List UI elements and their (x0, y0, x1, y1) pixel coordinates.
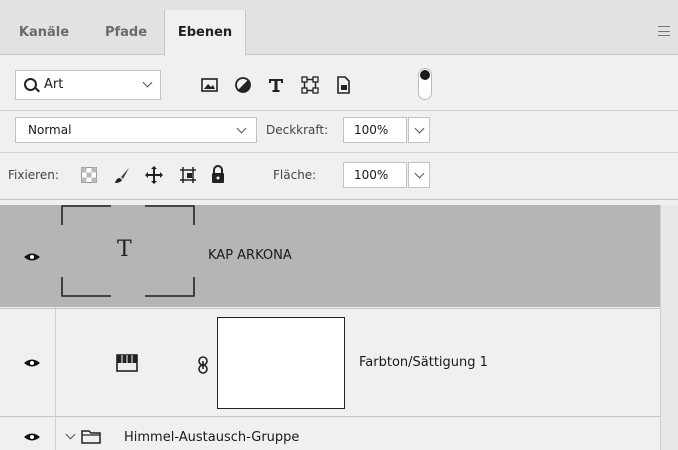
panel-menu-icon[interactable] (658, 26, 670, 36)
layers-scrollbar[interactable] (660, 205, 678, 450)
opacity-input[interactable]: 100% (343, 117, 407, 143)
opacity-slider-button[interactable] (408, 117, 430, 143)
divider (0, 110, 678, 111)
shape-layer-filter-icon[interactable] (300, 75, 320, 95)
search-icon (24, 78, 37, 91)
filter-kind-label: Art (44, 77, 64, 92)
tab-paths[interactable]: Pfade (88, 10, 164, 55)
eye-icon[interactable] (23, 252, 41, 262)
text-layer-thumbnail[interactable]: T (61, 205, 195, 297)
type-layer-filter-icon[interactable] (266, 75, 286, 95)
lock-all-icon[interactable] (210, 164, 226, 184)
layer-row-group[interactable] (0, 417, 678, 450)
lock-label: Fixieren: (8, 168, 59, 182)
layer-name[interactable]: Himmel-Austausch-Gruppe (124, 430, 299, 445)
chevron-down-icon (414, 168, 425, 179)
fill-slider-button[interactable] (408, 162, 430, 188)
opacity-label: Deckkraft: (266, 123, 329, 137)
blend-mode-select[interactable]: Normal (15, 117, 257, 143)
fill-label: Fläche: (273, 168, 317, 182)
adjustment-layer-filter-icon[interactable] (233, 75, 253, 95)
lock-image-pixels-icon[interactable] (113, 166, 131, 184)
opacity-value: 100% (354, 123, 389, 137)
divider (0, 152, 678, 153)
mask-link-icon[interactable] (196, 355, 210, 375)
tab-layers[interactable]: Ebenen (164, 10, 246, 56)
smart-object-filter-icon[interactable] (333, 75, 353, 95)
lock-artboard-icon[interactable] (178, 165, 198, 185)
layer-name[interactable]: KAP ARKONA (208, 248, 292, 263)
divider (0, 199, 678, 200)
eye-icon[interactable] (23, 432, 41, 442)
tab-channels[interactable]: Kanäle (0, 10, 88, 55)
layer-filter-kind-select[interactable]: Art (15, 70, 161, 100)
eye-icon[interactable] (23, 358, 41, 368)
lock-position-icon[interactable] (144, 165, 164, 185)
lock-transparent-pixels-icon[interactable] (80, 166, 98, 184)
folder-icon (81, 430, 101, 444)
filter-toggle-switch[interactable] (418, 68, 432, 100)
chevron-down-icon (414, 123, 425, 134)
blend-mode-value: Normal (28, 123, 72, 137)
fill-value: 100% (354, 168, 389, 182)
pixel-layer-filter-icon[interactable] (200, 75, 220, 95)
fill-input[interactable]: 100% (343, 162, 407, 188)
layer-mask-thumbnail[interactable] (217, 317, 345, 409)
chevron-down-icon (142, 77, 153, 88)
chevron-down-icon (236, 123, 247, 134)
hue-saturation-icon[interactable] (116, 354, 138, 372)
text-type-glyph: T (117, 237, 132, 262)
layer-name[interactable]: Farbton/Sättigung 1 (359, 355, 488, 370)
